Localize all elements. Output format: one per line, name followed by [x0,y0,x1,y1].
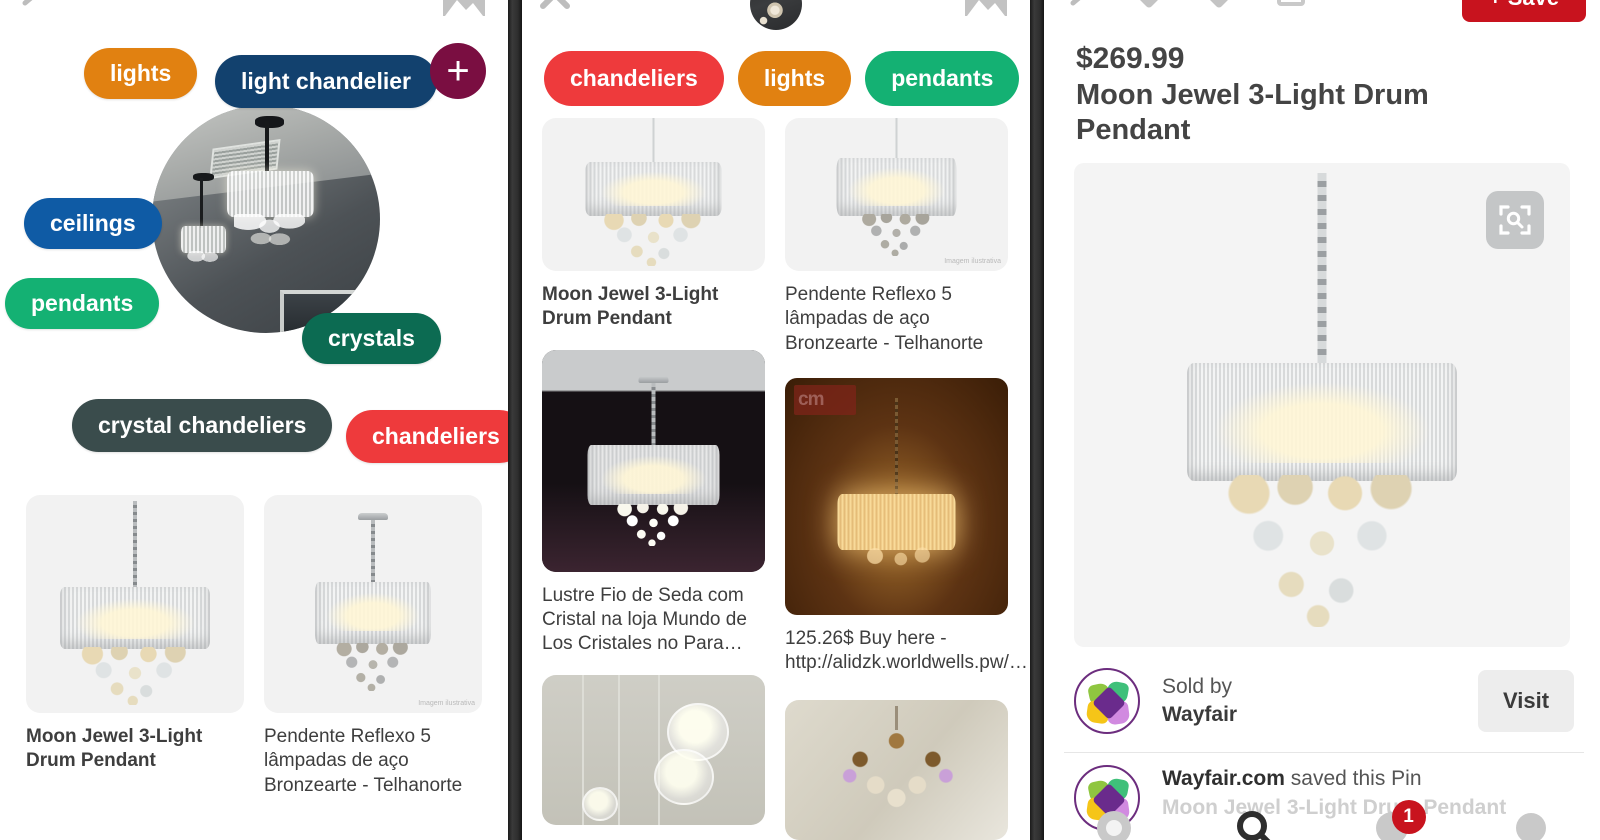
result-thumbnail[interactable]: Imagem ilustrativa [785,118,1008,271]
pill-label: chandeliers [570,65,698,92]
chevron-down-icon[interactable] [1132,0,1166,19]
result-caption: 125.26$ Buy here - http://alidzk.worldwe… [785,627,1008,676]
tag-label: light chandelier [241,68,411,95]
tag-label: pendants [31,290,133,317]
image-icon[interactable] [964,0,1008,26]
product-price: $269.99 [1076,42,1184,76]
chevron-back-icon[interactable] [1066,0,1092,19]
result-caption: Pendente Reflexo 5 lâmpadas de aço Bronz… [264,725,482,798]
product-image[interactable] [1074,163,1570,647]
source-photo [152,105,380,333]
messages-badge: 1 [1392,800,1426,834]
panel-visual-search: lights light chandelier ceilings pendant… [0,0,508,840]
screenshot-root: lights light chandelier ceilings pendant… [0,0,1600,840]
saved-action: saved this Pin [1285,767,1422,790]
panel-pin-detail: + Save $269.99 Moon Jewel 3-Light Drum P… [1044,0,1600,840]
home-icon[interactable] [1094,808,1134,840]
tag-light-chandelier[interactable]: light chandelier [215,55,437,108]
pill-label: lights [764,65,825,92]
square-icon[interactable] [1276,0,1306,23]
result-card[interactable]: Imagem ilustrativa Pendente Reflexo 5 lâ… [785,118,1008,356]
profile-icon[interactable] [1511,808,1551,840]
messages-icon[interactable]: 1 [1372,808,1412,840]
filter-pill-chandeliers[interactable]: chandeliers [544,51,724,106]
save-label: Save [1508,0,1559,11]
result-card[interactable] [785,700,1008,840]
result-caption: Lustre Fio de Seda com Cristal na loja M… [542,584,765,657]
save-button[interactable]: + Save [1462,0,1586,22]
tag-label: crystal chandeliers [98,412,306,439]
tag-label: lights [110,60,171,87]
result-card[interactable] [542,675,765,825]
results-column: Moon Jewel 3-Light Drum Pendant [542,118,765,840]
panel1-results-grid: Moon Jewel 3-Light Drum Pendant Imagem i… [0,495,508,798]
filter-pill-lights[interactable]: lights [738,51,851,106]
tag-label: chandeliers [372,423,500,450]
panel-divider [508,0,522,840]
visual-search-canvas[interactable]: lights light chandelier ceilings pendant… [0,0,508,490]
bottom-navigation-bar: 1 [1044,800,1600,840]
tag-lights[interactable]: lights [84,48,197,99]
panel-divider [1030,0,1044,840]
tag-ceilings[interactable]: ceilings [24,198,162,249]
result-card[interactable]: cm 125.26$ Buy here - http://alidzk.worl… [785,378,1008,676]
tag-crystals[interactable]: crystals [302,313,441,364]
result-thumbnail[interactable] [542,675,765,825]
result-thumbnail[interactable] [542,350,765,572]
tag-label: crystals [328,325,415,352]
tag-pendants[interactable]: pendants [5,278,159,329]
panel2-results-grid: Moon Jewel 3-Light Drum Pendant [522,118,1030,840]
tag-crystal-chandeliers[interactable]: crystal chandeliers [72,399,332,452]
result-thumbnail[interactable] [785,700,1008,840]
result-thumbnail[interactable]: cm [785,378,1008,615]
saved-actor: Wayfair.com [1162,767,1285,790]
visual-search-zoom-icon[interactable] [1486,191,1544,249]
section-divider [1064,752,1584,753]
result-thumbnail[interactable]: Imagem ilustrativa [264,495,482,713]
result-card[interactable]: Moon Jewel 3-Light Drum Pendant [26,495,244,798]
result-caption: Pendente Reflexo 5 lâmpadas de aço Bronz… [785,283,1008,356]
plus-icon: + [446,51,469,91]
more-dots-icon[interactable] [1350,0,1390,13]
chevron-down-icon[interactable] [1202,0,1236,19]
visit-button[interactable]: Visit [1478,670,1574,732]
result-caption: Moon Jewel 3-Light Drum Pendant [542,283,765,332]
wayfair-logo-icon [1074,668,1140,734]
result-thumbnail[interactable] [26,495,244,713]
result-card[interactable]: Lustre Fio de Seda com Cristal na loja M… [542,350,765,657]
seller-name: Wayfair [1162,703,1237,726]
chevron-back-icon[interactable] [18,0,44,14]
page-title: Moon Jewel 3-Light Drum Pendant [1076,78,1506,149]
seller-text: Sold by Wayfair [1162,673,1237,728]
image-icon[interactable] [442,0,486,26]
image-watermark: Imagem ilustrativa [944,258,1001,265]
tag-label: ceilings [50,210,136,237]
visit-label: Visit [1503,688,1549,714]
result-card[interactable]: Imagem ilustrativa Pendente Reflexo 5 lâ… [264,495,482,798]
filter-pill-pendants[interactable]: pendants [865,51,1019,106]
pill-label: pendants [891,65,993,92]
seller-row: Sold by Wayfair Visit [1074,655,1574,747]
panel2-topbar [522,0,1030,26]
panel1-topbar [0,0,508,26]
tag-chandeliers[interactable]: chandeliers [346,410,508,463]
result-caption: Moon Jewel 3-Light Drum Pendant [26,725,244,774]
panel3-toolbar: + Save [1044,0,1600,26]
result-card[interactable]: Moon Jewel 3-Light Drum Pendant [542,118,765,332]
image-watermark: Imagem ilustrativa [418,700,475,707]
search-icon[interactable] [1233,808,1273,840]
results-column: Imagem ilustrativa Pendente Reflexo 5 lâ… [785,118,1008,840]
source-thumbnail[interactable] [750,0,802,30]
filter-pills[interactable]: chandeliers lights pendants crystals [522,45,1030,111]
sold-by-label: Sold by [1162,673,1237,701]
results-row: Moon Jewel 3-Light Drum Pendant [542,118,1010,840]
chevron-up-icon[interactable] [540,0,570,12]
plus-icon: + [1489,0,1502,11]
add-tag-button[interactable]: + [430,43,486,99]
panel-search-results: chandeliers lights pendants crystals [522,0,1030,840]
result-thumbnail[interactable] [542,118,765,271]
